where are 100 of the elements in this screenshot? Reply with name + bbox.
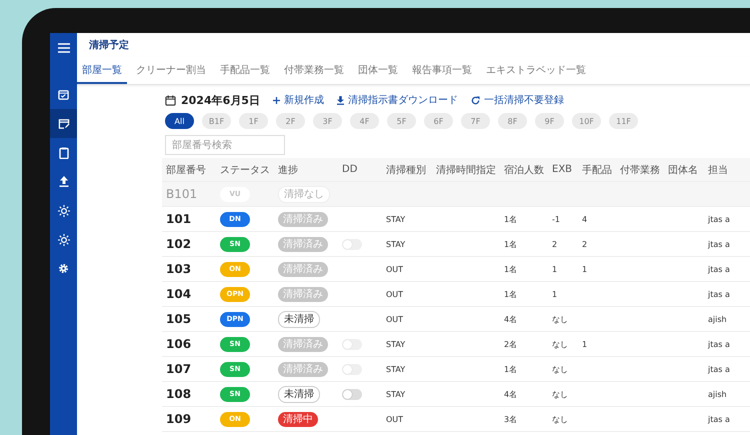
column-header: 清掃時間指定: [436, 164, 497, 176]
table-cell: なし: [552, 414, 568, 424]
column-header: EXB: [552, 164, 574, 175]
column-header: 担当: [708, 164, 729, 176]
clipboard-icon: [58, 146, 68, 158]
table-cell: OUT: [386, 314, 404, 324]
table-cell: STAY: [386, 340, 406, 348]
table-cell: ajish: [708, 314, 727, 324]
table-cell: 3名: [504, 414, 518, 424]
table-cell: jtas a: [708, 214, 730, 224]
table-cell: 1名: [504, 288, 518, 300]
table-cell: jtas a: [708, 264, 730, 274]
settings-icon: [58, 263, 69, 274]
table-cell: 1: [552, 264, 558, 274]
tab[interactable]: エキストラベッド一覧: [481, 57, 591, 84]
sun-icon: [58, 204, 70, 216]
table-cell: 1名: [504, 238, 518, 250]
action-link[interactable]: 新規作成: [268, 93, 328, 107]
table-cell: STAY: [386, 364, 406, 374]
room-number: 106: [166, 337, 192, 351]
table-cell: 4名: [504, 388, 518, 400]
column-header: 清掃種別: [386, 164, 427, 176]
column-header: 部屋番号: [166, 164, 207, 176]
column-header: ステータス: [220, 164, 271, 176]
table-cell: 1: [582, 264, 588, 274]
table-cell: OUT: [386, 264, 404, 274]
menu-icon[interactable]: [58, 43, 70, 53]
floor-chip[interactable]: All: [165, 113, 194, 129]
table-cell: OUT: [386, 414, 404, 424]
table-cell: 1名: [504, 214, 518, 224]
table-cell: STAY: [386, 214, 406, 224]
date-label: 2024年6月5日: [181, 92, 260, 108]
room-number: 102: [166, 237, 192, 251]
floor-chip[interactable]: 1F: [239, 113, 268, 129]
room-number: 107: [166, 362, 192, 376]
sun-icon: [58, 234, 70, 246]
floor-chip[interactable]: 10F: [572, 113, 601, 129]
room-number: 109: [166, 412, 192, 426]
table-cell: STAY: [386, 390, 406, 398]
tab[interactable]: 手配品一覧: [215, 57, 275, 84]
tab[interactable]: 団体一覧: [353, 57, 403, 84]
progress-badge[interactable]: 清掃中: [278, 412, 318, 426]
table-cell: -1: [552, 214, 560, 224]
table-cell: 1名: [504, 364, 518, 374]
table-cell: 2: [552, 240, 558, 248]
table-cell: STAY: [386, 240, 406, 248]
action-link[interactable]: 清掃指示書ダウンロード: [332, 93, 462, 107]
table-cell: 4: [582, 214, 588, 224]
table-cell: jtas a: [708, 290, 730, 298]
table-cell: 1: [552, 290, 558, 298]
table-cell: jtas a: [708, 340, 730, 348]
table-cell: 2: [582, 240, 588, 248]
room-number: 104: [166, 287, 192, 301]
room-number: 108: [166, 387, 192, 401]
action-link[interactable]: 一括清掃不要登録: [466, 93, 568, 107]
table-cell: OUT: [386, 290, 404, 298]
table-cell: なし: [552, 314, 568, 324]
floor-chip[interactable]: 2F: [276, 113, 305, 129]
table-cell: なし: [552, 364, 568, 374]
table-cell: jtas a: [708, 414, 730, 424]
table-cell: 2名: [504, 338, 518, 350]
column-header: 宿泊人数: [504, 164, 545, 176]
floor-chip[interactable]: 4F: [350, 113, 379, 129]
floor-chip[interactable]: 9F: [535, 113, 564, 129]
page-title: 清掃予定: [89, 38, 129, 52]
floor-chip[interactable]: 8F: [498, 113, 527, 129]
calendar-icon[interactable]: [165, 94, 176, 106]
column-header: DD: [342, 164, 358, 175]
tab[interactable]: 部屋一覧: [77, 57, 127, 84]
toggle-switch[interactable]: [342, 388, 362, 400]
refresh-icon: [470, 96, 480, 104]
calendar-edit-icon: [58, 118, 70, 129]
download-icon: [336, 96, 344, 104]
column-header: 団体名: [668, 164, 699, 176]
floor-chip[interactable]: 3F: [313, 113, 342, 129]
table-cell: jtas a: [708, 364, 730, 374]
floor-chip[interactable]: B1F: [202, 113, 231, 129]
table-cell: なし: [552, 388, 568, 400]
column-header: 付帯業務: [620, 164, 661, 176]
table-cell: なし: [552, 338, 568, 350]
floor-chip[interactable]: 11F: [609, 113, 638, 129]
table-cell: ajish: [708, 390, 727, 398]
progress-badge[interactable]: 未清掃: [278, 386, 320, 402]
sidebar-item[interactable]: [50, 109, 77, 138]
plus-icon: [272, 96, 280, 104]
floor-chip[interactable]: 6F: [424, 113, 453, 129]
progress-badge[interactable]: 未清掃: [278, 310, 320, 328]
floor-chip[interactable]: 5F: [387, 113, 416, 129]
tab[interactable]: 報告事項一覧: [407, 57, 477, 84]
column-header: 手配品: [582, 164, 613, 176]
calendar-check-icon: [58, 89, 69, 100]
table-cell: 1: [582, 340, 588, 348]
room-number: B101: [166, 187, 198, 201]
tab[interactable]: クリーナー割当: [131, 57, 211, 84]
column-header: 進捗: [278, 164, 299, 176]
search-field[interactable]: 部屋番号検索: [165, 135, 285, 155]
room-number: 105: [166, 312, 192, 326]
tab[interactable]: 付帯業務一覧: [279, 57, 349, 84]
room-number: 101: [166, 212, 192, 226]
floor-chip[interactable]: 7F: [461, 113, 490, 129]
